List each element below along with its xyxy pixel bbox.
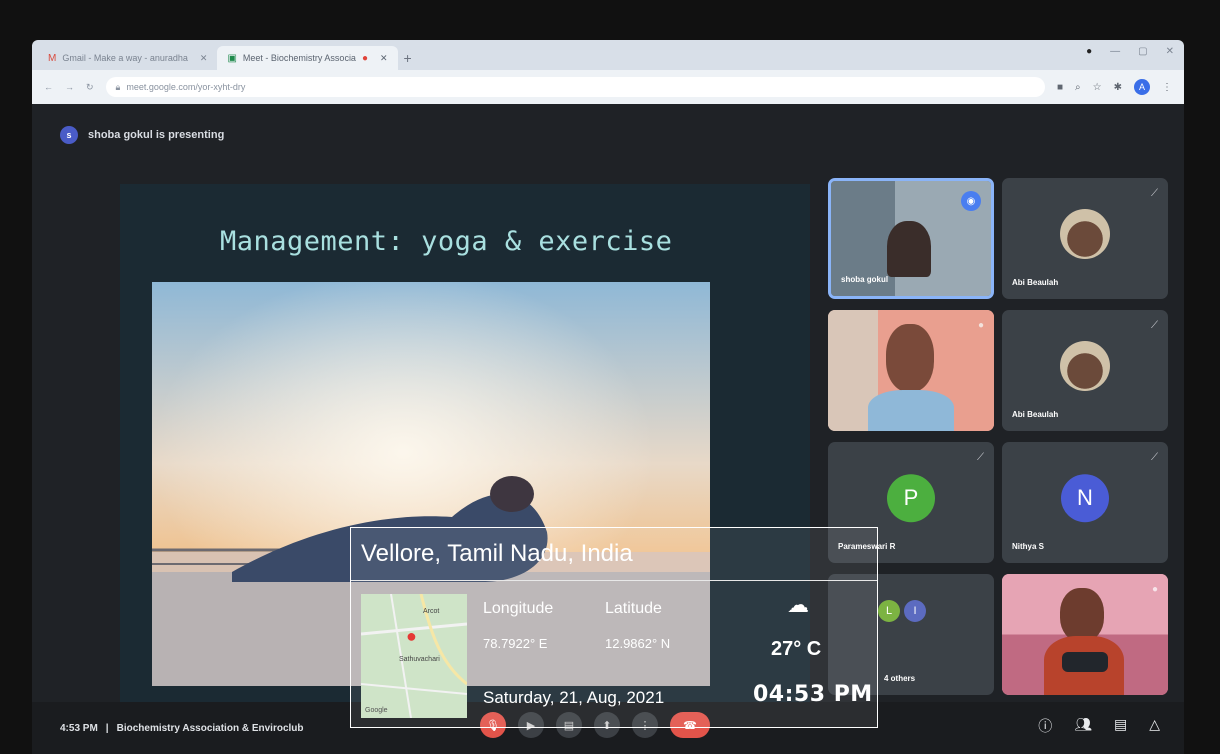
new-tab-button[interactable]: + xyxy=(404,50,412,66)
map-label-bottom: Google xyxy=(365,707,388,714)
presenter-avatar: s xyxy=(60,126,78,144)
location-map: Arcot ● Sathuvachari Google xyxy=(361,594,467,718)
participant-name: Abi Beaulah xyxy=(1012,410,1059,419)
map-pin-icon: ● xyxy=(406,626,417,646)
participant-name: 4 others xyxy=(884,674,916,683)
participant-tile-video[interactable]: ● xyxy=(828,310,994,431)
participant-name: Abi Beaulah xyxy=(1012,278,1059,287)
speaking-indicator-icon: ◉ xyxy=(961,191,981,211)
gps-location-stamp: Vellore, Tamil Nadu, India Arcot ● Sathu… xyxy=(350,527,878,728)
account-icon[interactable]: ● xyxy=(1086,46,1092,57)
browser-tab-strip: M Gmail - Make a way - anuradha ✕ ▣ Meet… xyxy=(32,40,1184,70)
extensions-icon[interactable]: ✱ xyxy=(1114,82,1122,93)
participant-tile-abi-1[interactable]: ⟋ Abi Beaulah xyxy=(1002,178,1168,299)
close-window-icon[interactable]: ✕ xyxy=(1166,46,1174,57)
profile-avatar[interactable]: A xyxy=(1134,79,1150,95)
participant-tile-nithya[interactable]: ⟋ N Nithya S xyxy=(1002,442,1168,563)
temperature: 27° C xyxy=(771,638,822,660)
date-text: Saturday, 21, Aug, 2021 xyxy=(483,688,665,707)
browser-tab-meet[interactable]: ▣ Meet - Biochemistry Associa ● ✕ xyxy=(217,46,398,70)
meeting-name: Biochemistry Association & Enviroclub xyxy=(116,722,304,734)
browser-tab-gmail[interactable]: M Gmail - Make a way - anuradha ✕ xyxy=(38,46,217,70)
zoom-icon[interactable]: ⌕ xyxy=(1075,82,1081,93)
mic-off-icon: ⟋ xyxy=(1151,320,1158,331)
mic-off-icon: ● xyxy=(1151,584,1158,595)
presenting-banner: s shoba gokul is presenting xyxy=(60,126,224,144)
mic-off-icon: ⟋ xyxy=(977,452,984,463)
reload-icon[interactable]: ↻ xyxy=(86,82,94,93)
divider: | xyxy=(105,722,109,734)
maximize-icon[interactable]: ▢ xyxy=(1138,46,1147,57)
presenting-text: shoba gokul is presenting xyxy=(88,129,225,141)
participant-avatar: N xyxy=(1061,473,1109,522)
participant-avatar: P xyxy=(887,473,935,522)
tab-label: Gmail - Make a way - anuradha xyxy=(62,53,188,63)
photo-of-screen: M Gmail - Make a way - anuradha ✕ ▣ Meet… xyxy=(0,0,1220,754)
address-bar[interactable]: 🔒︎ meet.google.com/yor-xyht-dry xyxy=(105,77,1045,97)
browser-toolbar: ← → ↻ 🔒︎ meet.google.com/yor-xyht-dry ■ … xyxy=(32,70,1184,104)
longitude-label: Longitude xyxy=(483,600,554,617)
longitude-value: 78.7922° E xyxy=(483,636,548,651)
map-label-top: Arcot xyxy=(423,608,440,615)
map-label-mid: Sathuvachari xyxy=(399,656,440,663)
url-text: meet.google.com/yor-xyht-dry xyxy=(126,82,246,92)
info-icon[interactable]: ⓘ xyxy=(1038,716,1052,736)
meeting-time: 4:53 PM xyxy=(60,722,98,734)
slide-title: Management: yoga & exercise xyxy=(220,226,673,257)
mic-off-icon: ⟋ xyxy=(1151,188,1158,199)
close-icon[interactable]: ✕ xyxy=(380,53,388,64)
menu-icon[interactable]: ⋮ xyxy=(1162,82,1172,93)
participant-avatar: L xyxy=(878,600,900,622)
recording-dot-icon: ● xyxy=(361,52,368,64)
participant-tile-video-2[interactable]: ● xyxy=(1002,574,1168,695)
participant-name: shoba gokul xyxy=(841,275,889,284)
participant-tile-abi-2[interactable]: ⟋ Abi Beaulah xyxy=(1002,310,1168,431)
participant-tile-shoba[interactable]: ◉ shoba gokul xyxy=(828,178,994,299)
meeting-info: 4:53 PM | Biochemistry Association & Env… xyxy=(60,723,304,734)
forward-icon[interactable]: → xyxy=(65,82,74,92)
people-icon[interactable]: 👥︎ xyxy=(1074,716,1092,736)
back-icon[interactable]: ← xyxy=(44,82,53,92)
participant-photo xyxy=(1060,340,1110,391)
meet-icon: ▣ xyxy=(227,52,237,64)
latitude-label: Latitude xyxy=(605,600,662,617)
partly-cloudy-icon: ☁ xyxy=(787,592,809,617)
mic-off-icon: ⟋ xyxy=(1151,452,1158,463)
star-icon[interactable]: ☆ xyxy=(1093,82,1102,93)
chat-icon[interactable]: ▤ xyxy=(1114,716,1127,736)
divider xyxy=(351,580,877,581)
participant-photo xyxy=(1060,208,1110,259)
tab-label: Meet - Biochemistry Associa xyxy=(242,53,356,63)
mic-off-icon: ● xyxy=(977,320,984,331)
latitude-value: 12.9862° N xyxy=(605,636,671,651)
time-text: 04:53 PM xyxy=(753,682,873,707)
camera-icon[interactable]: ■ xyxy=(1057,82,1063,93)
location-name: Vellore, Tamil Nadu, India xyxy=(361,540,633,567)
activities-icon[interactable]: △ xyxy=(1149,716,1160,736)
participant-avatar: I xyxy=(904,600,926,622)
gmail-icon: M xyxy=(48,52,57,64)
lock-icon: 🔒︎ xyxy=(115,81,121,92)
close-icon[interactable]: ✕ xyxy=(200,53,208,64)
minimize-icon[interactable]: — xyxy=(1110,46,1120,57)
participant-name: Nithya S xyxy=(1012,542,1045,551)
